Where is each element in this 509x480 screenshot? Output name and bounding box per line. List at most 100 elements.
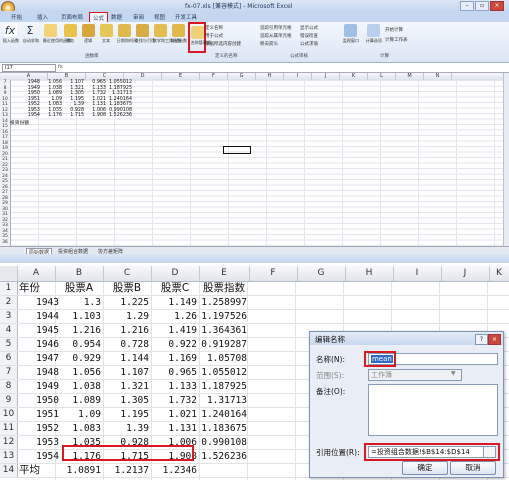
cell[interactable]: 0.928 (62, 108, 84, 113)
cell[interactable]: 1.056 (57, 366, 101, 379)
row-header[interactable]: 1 (0, 282, 18, 295)
tab-home[interactable]: 开始 (8, 12, 25, 22)
tab-data[interactable]: 数据 (108, 12, 125, 22)
cell[interactable]: 1.732 (153, 394, 197, 407)
row-header[interactable]: 13 (0, 450, 18, 463)
cell[interactable]: 1951 (19, 408, 59, 421)
column-header[interactable]: F (249, 266, 298, 281)
column-header[interactable]: B (48, 73, 86, 80)
cell[interactable]: 1.083 (40, 102, 62, 107)
text-button[interactable]: 文本 (98, 24, 114, 44)
row-header[interactable]: 10 (0, 408, 18, 421)
cell[interactable]: 1.197526 (201, 310, 247, 323)
watch-window-button[interactable]: 监视窗口 (342, 24, 359, 44)
cell[interactable]: 1.176 (40, 113, 62, 118)
cell[interactable]: 1.240164 (201, 408, 247, 421)
row-header[interactable]: 11 (0, 102, 10, 107)
ok-button[interactable]: 确定 (402, 461, 448, 475)
cell[interactable]: 1949 (19, 380, 59, 393)
trace-precedents-item[interactable]: 追踪引用单元格 (260, 25, 292, 31)
cell[interactable]: 1948 (10, 80, 40, 85)
cell[interactable]: 1.006 (84, 108, 106, 113)
cell[interactable]: 1.39 (62, 102, 84, 107)
cell[interactable]: 1.133 (84, 86, 106, 91)
cell[interactable]: 1951 (10, 97, 40, 102)
cell[interactable]: 1943 (19, 296, 59, 309)
column-title[interactable]: 股票指数 (201, 282, 247, 295)
row-header[interactable]: 35 (0, 234, 10, 239)
cell[interactable]: 1.038 (57, 380, 101, 393)
column-header[interactable]: C (103, 266, 152, 281)
column-header[interactable]: I (284, 73, 312, 80)
cell[interactable]: 1.29 (105, 310, 149, 323)
cell[interactable]: 1.39 (105, 422, 149, 435)
column-header[interactable]: H (256, 73, 284, 80)
logical-button[interactable]: 逻辑 (80, 24, 96, 44)
cell[interactable]: 1.133 (153, 380, 197, 393)
tab-page-layout[interactable]: 页面布局 (58, 12, 86, 22)
cell[interactable]: 1.225 (105, 296, 149, 309)
cell[interactable]: 1.216 (105, 324, 149, 337)
math-trig-button[interactable]: 数学和三角函数 (152, 24, 181, 44)
cancel-button[interactable]: 取消 (450, 461, 496, 475)
column-header[interactable]: H (345, 266, 394, 281)
cell[interactable]: 1.2346 (153, 464, 197, 477)
column-header[interactable]: G (228, 73, 256, 80)
help-button[interactable]: ? (475, 334, 488, 345)
cell[interactable]: 1952 (10, 102, 40, 107)
row-header[interactable]: 8 (0, 380, 18, 393)
column-header[interactable]: C (86, 73, 124, 80)
cell[interactable]: 1.09 (57, 408, 101, 421)
row-header[interactable]: 30 (0, 207, 10, 212)
row-header[interactable]: 24 (0, 174, 10, 179)
column-title[interactable]: 年份 (19, 282, 59, 295)
minimize-button[interactable]: – (460, 1, 474, 11)
cell[interactable]: 1954 (19, 450, 59, 463)
name-manager-button[interactable]: 名称管理器 (188, 22, 211, 53)
cell[interactable]: 1952 (19, 422, 59, 435)
row-header[interactable]: 36 (0, 240, 10, 245)
row-header[interactable]: 14 (0, 464, 18, 477)
define-name-item[interactable]: 定义名称 (205, 25, 223, 31)
comment-field[interactable] (368, 384, 498, 436)
cell[interactable]: 1.103 (57, 310, 101, 323)
cell[interactable]: 1.526236 (201, 450, 247, 463)
cell[interactable]: 1.021 (153, 408, 197, 421)
cell[interactable]: 0.965 (153, 366, 197, 379)
column-header[interactable]: M (396, 73, 424, 80)
name-box[interactable]: I17 (2, 64, 56, 72)
cell[interactable]: 1.715 (62, 113, 84, 118)
cell[interactable]: 0.922 (153, 338, 197, 351)
cell[interactable]: 1953 (10, 108, 40, 113)
select-all-corner[interactable] (0, 266, 18, 281)
row-header[interactable]: 22 (0, 163, 10, 168)
cell[interactable]: 0.929 (57, 352, 101, 365)
row-header[interactable]: 13 (0, 113, 10, 118)
row-header[interactable]: 11 (0, 422, 18, 435)
date-time-button[interactable]: 日期和时间 (116, 24, 137, 44)
cell[interactable]: 1.055012 (106, 80, 132, 85)
row-header[interactable]: 15 (0, 124, 10, 129)
cell[interactable]: 1.2137 (105, 464, 149, 477)
column-header[interactable]: A (10, 73, 48, 80)
column-header[interactable]: J (441, 266, 490, 281)
row-header[interactable]: 20 (0, 152, 10, 157)
trace-dependents-item[interactable]: 追踪从属单元格 (260, 33, 292, 39)
row-header[interactable]: 17 (0, 135, 10, 140)
row-header[interactable]: 7 (0, 366, 18, 379)
column-header[interactable]: K (340, 73, 368, 80)
autosum-button[interactable]: Σ 自动求和 (22, 24, 39, 44)
cell[interactable]: 1.083 (57, 422, 101, 435)
row-header[interactable]: 5 (0, 338, 18, 351)
row-header[interactable]: 27 (0, 190, 10, 195)
cell[interactable]: 1.26 (153, 310, 197, 323)
column-header[interactable]: D (151, 266, 200, 281)
cell[interactable]: 1.056 (40, 80, 62, 85)
more-functions-button[interactable]: 其他函数 (170, 24, 187, 44)
cell[interactable]: 1.3 (57, 296, 101, 309)
fx-icon[interactable]: fx (58, 64, 63, 70)
row-header[interactable]: 8 (0, 86, 10, 91)
cell[interactable]: 平均 (19, 464, 59, 477)
column-title[interactable]: 股票C (153, 282, 197, 295)
row-header[interactable]: 12 (0, 108, 10, 113)
